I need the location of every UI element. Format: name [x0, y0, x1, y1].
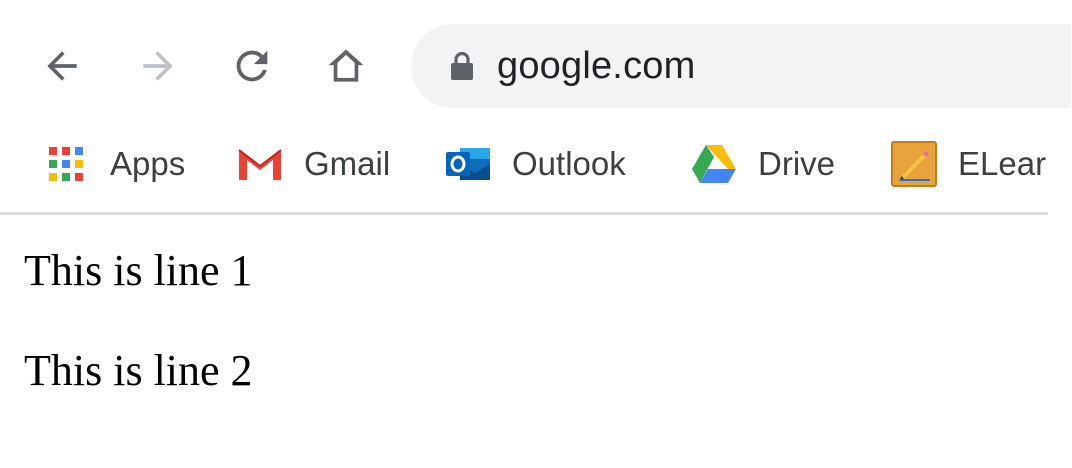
content-line-1: This is line 1 — [24, 246, 253, 295]
bookmark-label: Drive — [758, 145, 836, 182]
bookmark-apps[interactable]: Apps — [42, 138, 185, 190]
bookmark-elear[interactable]: ELear — [890, 138, 1046, 190]
bookmark-label: Apps — [110, 145, 186, 182]
home-button[interactable] — [322, 42, 370, 90]
address-bar[interactable]: google.com — [411, 24, 1071, 108]
reload-button[interactable] — [228, 42, 276, 90]
bookmark-label: Gmail — [304, 145, 391, 182]
browser-window: google.com Apps Gmail Outlook Drive ELea… — [0, 0, 1072, 468]
forward-button[interactable] — [134, 42, 182, 90]
reload-icon — [236, 50, 268, 82]
bookmark-drive[interactable]: Drive — [690, 138, 835, 190]
content-line-2: This is line 2 — [24, 346, 253, 395]
browser-toolbar: google.com — [0, 0, 1071, 118]
pencil-icon — [890, 140, 938, 188]
arrow-right-icon — [143, 51, 173, 81]
bookmark-outlook[interactable]: Outlook — [444, 138, 626, 190]
bookmark-label: Outlook — [512, 145, 626, 182]
back-button[interactable] — [38, 42, 86, 90]
address-url[interactable]: google.com — [497, 45, 695, 88]
arrow-left-icon — [47, 51, 77, 81]
bookmark-label: ELear — [958, 145, 1047, 182]
toolbar-divider — [0, 212, 1048, 215]
home-icon — [328, 49, 364, 82]
outlook-icon — [444, 140, 492, 188]
bookmark-gmail[interactable]: Gmail — [236, 138, 390, 190]
drive-icon — [690, 140, 738, 188]
lock-icon — [449, 51, 475, 81]
apps-grid-icon — [42, 140, 90, 188]
bookmarks-bar: Apps Gmail Outlook Drive ELear — [0, 118, 1048, 214]
gmail-icon — [236, 140, 284, 188]
